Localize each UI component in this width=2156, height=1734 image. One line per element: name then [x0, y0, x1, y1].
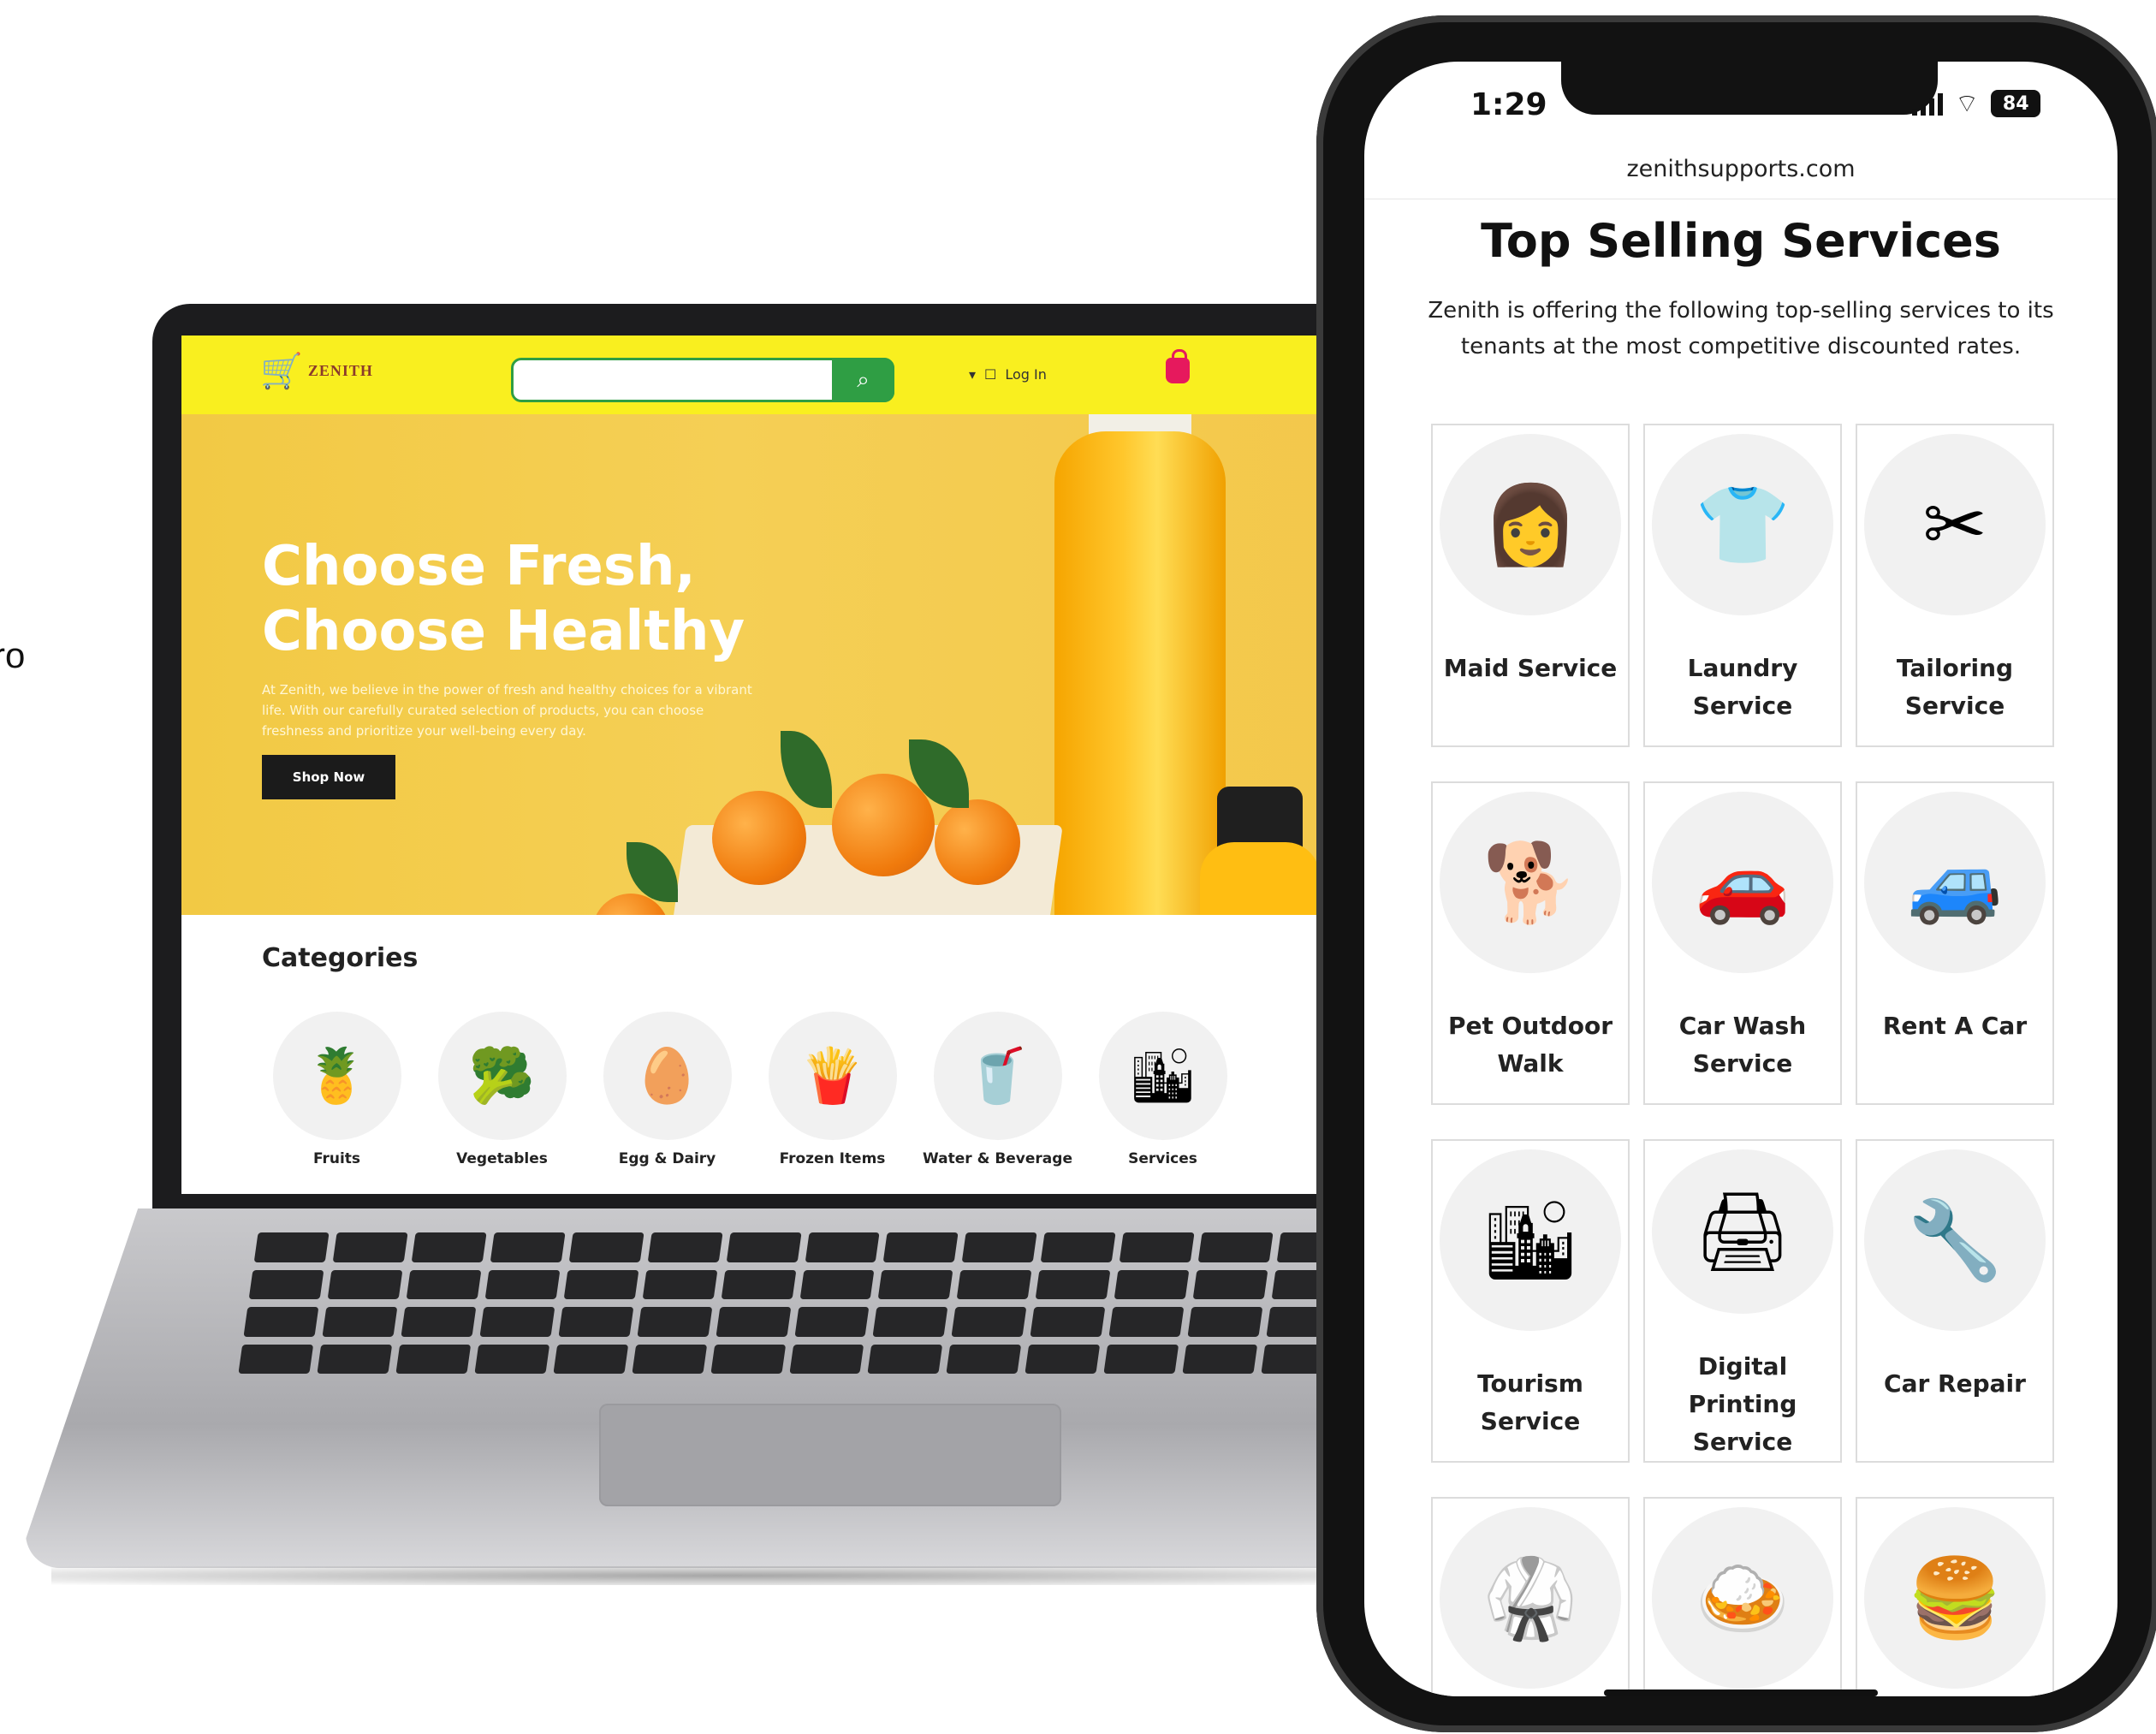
burger-icon: 🍔 — [1864, 1507, 2046, 1689]
fruits-icon: 🍍 — [272, 1012, 401, 1140]
service-label: Digital Printing Service — [1688, 1352, 1797, 1456]
leaf-graphic — [781, 731, 832, 808]
service-card-tailoring[interactable]: ✂ Tailoring Service — [1856, 424, 2054, 747]
shopping-bag-icon[interactable] — [1166, 349, 1190, 383]
service-label: Laundry Service — [1687, 654, 1798, 720]
service-label: Tourism Service — [1477, 1369, 1583, 1435]
vegetables-icon: 🥦 — [437, 1012, 567, 1140]
hero-banner: Choose Fresh, Choose Healthy At Zenith, … — [181, 414, 1397, 915]
mockup-stage: ro 🛒 ZENITH ⌕ ▾ ☐ Log In — [0, 0, 2156, 1734]
service-card-martial-arts[interactable]: 🥋 — [1431, 1497, 1630, 1696]
category-fruits[interactable]: 🍍 Fruits — [254, 1012, 419, 1167]
small-bottle-graphic — [1200, 842, 1320, 915]
category-water-beverage[interactable]: 🥤 Water & Beverage — [915, 1012, 1080, 1167]
user-icon: ☐ — [984, 366, 997, 383]
laptop-shadow — [51, 1566, 1404, 1585]
category-services[interactable]: 🏙 Services — [1080, 1012, 1245, 1167]
signal-icon — [1912, 92, 1943, 116]
battery-icon: 84 — [1991, 90, 2041, 117]
wifi-icon: ⌔ — [1955, 89, 1980, 119]
laptop-keyboard — [238, 1232, 1431, 1374]
category-label: Frozen Items — [779, 1150, 886, 1167]
category-label: Water & Beverage — [923, 1150, 1072, 1167]
hero-title-line1: Choose Fresh, — [262, 535, 696, 598]
categories-title: Categories — [262, 943, 419, 973]
status-time: 1:29 — [1470, 87, 1547, 122]
login-label: Log In — [1005, 366, 1047, 383]
status-icons: ⌔ 84 — [1912, 87, 2041, 120]
cart-logo-icon: 🛒 — [260, 352, 303, 391]
shop-now-button[interactable]: Shop Now — [262, 755, 395, 799]
service-label: Maid Service — [1443, 654, 1618, 682]
car-icon: 🚙 — [1864, 792, 2046, 973]
services-icon: 🏙 — [1098, 1012, 1227, 1140]
service-card-food-platter[interactable]: 🍛 — [1643, 1497, 1842, 1696]
category-vegetables[interactable]: 🥦 Vegetables — [419, 1012, 585, 1167]
hero-subtitle: At Zenith, we believe in the power of fr… — [262, 682, 752, 739]
frozen-items-icon: 🍟 — [768, 1012, 897, 1140]
category-label: Egg & Dairy — [618, 1150, 716, 1167]
printer-icon: 🖨 — [1652, 1149, 1833, 1314]
category-egg-dairy[interactable]: 🥚 Egg & Dairy — [585, 1012, 750, 1167]
category-label: Vegetables — [456, 1150, 548, 1167]
maid-icon: 👩 — [1440, 434, 1621, 615]
service-card-car-wash[interactable]: 🚗 Car Wash Service — [1643, 781, 1842, 1105]
dog-icon: 🐕 — [1440, 792, 1621, 973]
services-grid: 👩 Maid Service 👕 Laundry Service ✂ Tailo… — [1431, 424, 2058, 1696]
hero-title: Choose Fresh, Choose Healthy — [262, 534, 745, 664]
service-card-tourism[interactable]: 🏙 Tourism Service — [1431, 1139, 1630, 1463]
orange-graphic — [935, 799, 1020, 885]
tailoring-icon: ✂ — [1864, 434, 2046, 615]
egg-dairy-icon: 🥚 — [603, 1012, 732, 1140]
service-label: Pet Outdoor Walk — [1447, 1012, 1613, 1078]
page-subtitle: Zenith is offering the following top-sel… — [1428, 298, 2054, 359]
hero-title-line2: Choose Healthy — [262, 600, 745, 663]
category-label: Fruits — [312, 1150, 361, 1167]
laundry-icon: 👕 — [1652, 434, 1833, 615]
web-header: 🛒 ZENITH ⌕ ▾ ☐ Log In — [181, 336, 1397, 414]
laptop-screen: 🛒 ZENITH ⌕ ▾ ☐ Log In Choose Fresh, Choo… — [181, 336, 1397, 1194]
category-frozen-items[interactable]: 🍟 Frozen Items — [750, 1012, 915, 1167]
juice-bottle-graphic — [1054, 431, 1226, 915]
logo-text: ZENITH — [307, 362, 373, 379]
food-platter-icon: 🍛 — [1652, 1507, 1833, 1689]
url-bar[interactable]: zenithsupports.com — [1364, 156, 2117, 182]
service-card-pet-walk[interactable]: 🐕 Pet Outdoor Walk — [1431, 781, 1630, 1105]
service-card-digital-printing[interactable]: 🖨 Digital Printing Service — [1643, 1139, 1842, 1463]
site-logo[interactable]: 🛒 ZENITH — [260, 351, 373, 391]
phone-notch — [1561, 62, 1938, 115]
service-card-laundry[interactable]: 👕 Laundry Service — [1643, 424, 1842, 747]
service-label: Car Repair — [1884, 1369, 2026, 1398]
karate-icon: 🥋 — [1440, 1507, 1621, 1689]
orange-graphic — [832, 774, 935, 876]
page-title: Top Selling Services — [1481, 214, 2001, 268]
category-label: Services — [1128, 1150, 1197, 1167]
orange-graphic — [712, 791, 806, 885]
service-card-car-repair[interactable]: 🔧 Car Repair — [1856, 1139, 2054, 1463]
login-link[interactable]: ▾ ☐ Log In — [969, 366, 1047, 383]
home-indicator — [1604, 1689, 1878, 1696]
wrench-icon: 🔧 — [1864, 1149, 2046, 1331]
city-skyline-icon: 🏙 — [1440, 1149, 1621, 1331]
phone-screen: 1:29 ⌔ 84 zenithsupports.com Top Selling… — [1364, 62, 2117, 1696]
search-button[interactable]: ⌕ — [832, 358, 894, 402]
service-card-rent-car[interactable]: 🚙 Rent A Car — [1856, 781, 2054, 1105]
beverage-icon: 🥤 — [933, 1012, 1062, 1140]
edge-text: ro — [0, 635, 26, 675]
service-card-fast-food[interactable]: 🍔 — [1856, 1497, 2054, 1696]
service-label: Tailoring Service — [1896, 654, 2014, 720]
service-card-maid[interactable]: 👩 Maid Service — [1431, 424, 1630, 747]
categories-row: 🍍 Fruits 🥦 Vegetables 🥚 Egg & Dairy 🍟 Fr… — [254, 1012, 1324, 1167]
service-label: Rent A Car — [1882, 1012, 2028, 1040]
laptop-trackpad — [599, 1404, 1061, 1506]
dropdown-icon: ▾ — [969, 366, 977, 383]
car-wash-icon: 🚗 — [1652, 792, 1833, 973]
service-label: Car Wash Service — [1678, 1012, 1807, 1078]
search-icon: ⌕ — [857, 366, 870, 393]
